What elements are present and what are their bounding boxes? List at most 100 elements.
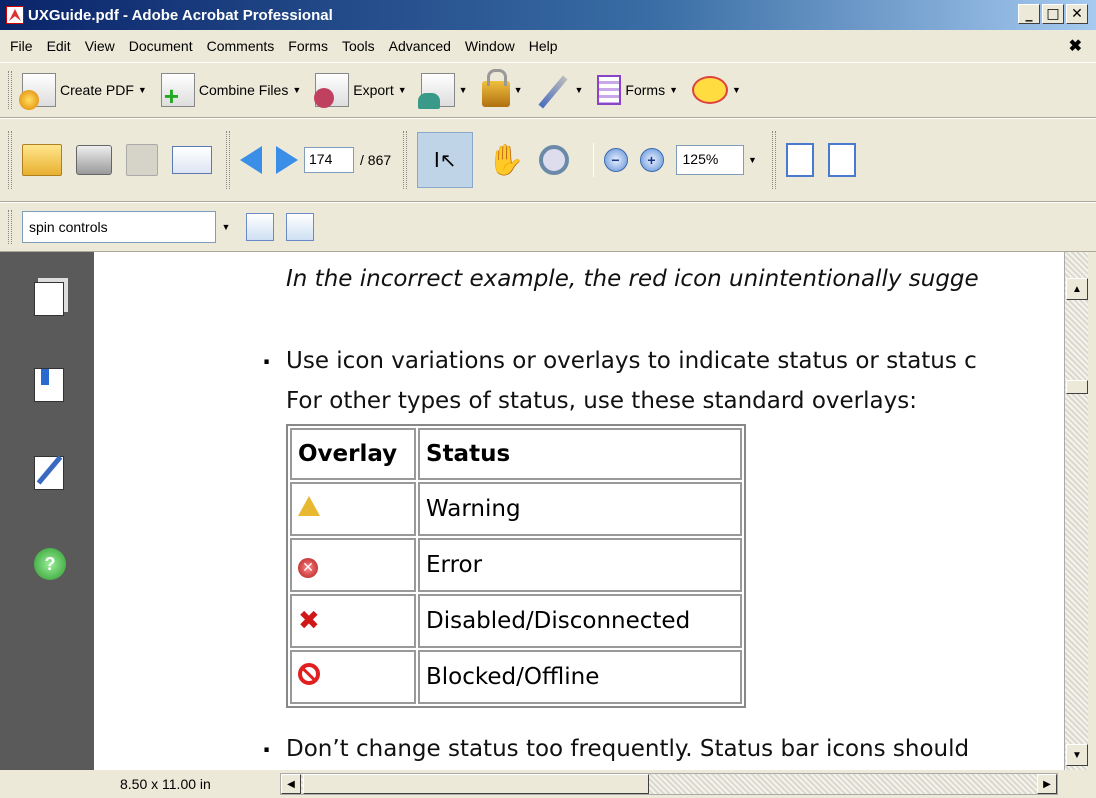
dropdown-arrow-icon: ▼ — [513, 85, 523, 95]
fit-page-icon[interactable] — [827, 143, 856, 177]
fit-width-icon[interactable] — [785, 143, 814, 177]
status-overlay-table: Overlay Status Warning ✕ Error ✖ Disable… — [286, 424, 746, 708]
horizontal-scroll-thumb[interactable] — [303, 774, 649, 794]
comment-icon — [692, 76, 728, 104]
status-cell: Error — [418, 538, 742, 592]
bullet-1: . — [262, 342, 272, 370]
window-title: UXGuide.pdf - Adobe Acrobat Professional — [28, 6, 333, 24]
dropdown-arrow-icon: ▼ — [732, 85, 741, 95]
collaborate-button[interactable]: ▼ — [417, 73, 468, 109]
navigation-pane: ? — [0, 252, 94, 770]
select-tool-icon[interactable]: I↖ — [417, 132, 474, 188]
overlay-cell: ✕ — [290, 538, 416, 592]
combine-files-button[interactable]: Combine Files ▼ — [160, 73, 302, 112]
status-cell: Disabled/Disconnected — [418, 594, 742, 648]
acrobat-app-icon — [6, 6, 24, 24]
vertical-scroll-thumb[interactable] — [1066, 380, 1088, 394]
scroll-left-icon[interactable]: ◀ — [281, 774, 301, 794]
sign-button[interactable]: ▼ — [536, 73, 583, 107]
status-bar: 8.50 x 11.00 in ◀ ▶ — [94, 770, 1094, 798]
find-dropdown-icon[interactable]: ▼ — [216, 222, 236, 232]
warning-icon — [298, 496, 320, 516]
title-bar: UXGuide.pdf - Adobe Acrobat Professional… — [0, 0, 1096, 30]
menu-help[interactable]: Help — [523, 38, 566, 54]
combine-files-label: Combine Files — [198, 82, 289, 98]
signatures-panel-icon[interactable] — [34, 456, 64, 490]
secure-button[interactable]: ▼ — [481, 69, 523, 107]
hand-tool-icon[interactable]: ✋ — [487, 143, 524, 178]
toolbar-grip[interactable] — [403, 131, 408, 189]
dropdown-arrow-icon: ▼ — [137, 85, 147, 95]
status-cell: Blocked/Offline — [418, 650, 742, 704]
find-toolbar: spin controls ▼ — [0, 202, 1096, 252]
doc-bullet-text-3: Don’t change status too frequently. Stat… — [286, 736, 970, 762]
tasks-toolbar: Create PDF ▼ Combine Files ▼ Export ▼ ▼ … — [0, 62, 1096, 118]
dropdown-arrow-icon: ▼ — [669, 85, 678, 95]
close-document-button[interactable]: ✖ — [1069, 36, 1082, 56]
column-header-status: Status — [418, 428, 742, 480]
print-icon[interactable] — [76, 145, 112, 175]
email-icon[interactable] — [172, 146, 212, 174]
horizontal-scrollbar[interactable]: ◀ ▶ — [280, 773, 1058, 795]
menu-forms[interactable]: Forms — [282, 38, 336, 54]
status-cell: Warning — [418, 482, 742, 536]
menu-advanced[interactable]: Advanced — [383, 38, 459, 54]
help-icon[interactable]: ? — [34, 548, 66, 580]
menu-window[interactable]: Window — [459, 38, 523, 54]
toolbar-grip[interactable] — [8, 210, 12, 244]
doc-paragraph-1: In the incorrect example, the red icon u… — [286, 266, 979, 292]
zoom-out-icon[interactable]: − — [603, 148, 628, 172]
toolbar-separator — [592, 143, 594, 177]
marquee-zoom-icon[interactable] — [538, 145, 569, 175]
create-pdf-icon — [19, 73, 56, 110]
menu-document[interactable]: Document — [123, 38, 201, 54]
zoom-in-icon[interactable]: + — [639, 148, 664, 172]
table-header-row: Overlay Status — [290, 428, 742, 480]
toolbar-grip[interactable] — [771, 131, 776, 189]
maximize-button[interactable]: □ — [1042, 4, 1064, 24]
close-button[interactable]: ✕ — [1066, 4, 1088, 24]
review-comment-button[interactable]: ▼ — [692, 76, 741, 104]
blocked-icon — [298, 663, 320, 685]
create-pdf-button[interactable]: Create PDF ▼ — [19, 73, 147, 110]
column-header-overlay: Overlay — [290, 428, 416, 480]
menu-file[interactable]: File — [4, 38, 41, 54]
minimize-button[interactable]: _ — [1018, 4, 1040, 24]
vertical-scrollbar[interactable]: ▲ ▼ — [1064, 252, 1088, 770]
doc-bullet-text-2: For other types of status, use these sta… — [286, 388, 917, 414]
zoom-dropdown-icon[interactable]: ▼ — [744, 145, 762, 175]
forms-button[interactable]: Forms ▼ — [597, 75, 678, 105]
menu-tools[interactable]: Tools — [336, 38, 383, 54]
bookmarks-panel-icon[interactable] — [34, 368, 64, 402]
table-row: ✕ Error — [290, 538, 742, 592]
find-previous-icon[interactable] — [246, 213, 274, 241]
table-row: ✖ Disabled/Disconnected — [290, 594, 742, 648]
page-number-input[interactable]: 174 — [304, 147, 354, 173]
previous-page-icon[interactable] — [240, 146, 262, 174]
combine-files-icon — [160, 73, 195, 112]
find-next-icon[interactable] — [286, 213, 314, 241]
scroll-down-icon[interactable]: ▼ — [1066, 744, 1088, 766]
toolbar-grip[interactable] — [8, 131, 12, 189]
next-page-icon[interactable] — [276, 146, 298, 174]
pages-panel-icon[interactable] — [34, 282, 64, 316]
export-button[interactable]: Export ▼ — [314, 73, 407, 108]
menu-edit[interactable]: Edit — [41, 38, 79, 54]
scroll-right-icon[interactable]: ▶ — [1037, 774, 1057, 794]
dropdown-arrow-icon: ▼ — [397, 85, 407, 95]
find-input[interactable]: spin controls — [22, 211, 216, 243]
menu-comments[interactable]: Comments — [201, 38, 283, 54]
zoom-level-field[interactable]: 125% — [675, 145, 744, 175]
scroll-up-icon[interactable]: ▲ — [1066, 278, 1088, 300]
toolbar-grip[interactable] — [226, 131, 230, 189]
document-view[interactable]: In the incorrect example, the red icon u… — [94, 252, 1064, 770]
dropdown-arrow-icon: ▼ — [292, 85, 302, 95]
toolbar-grip[interactable] — [8, 71, 12, 109]
window-controls: _ □ ✕ — [1018, 4, 1088, 24]
menu-view[interactable]: View — [79, 38, 123, 54]
forms-icon — [597, 75, 622, 105]
save-icon[interactable] — [126, 144, 158, 176]
collaborate-icon — [417, 73, 455, 109]
open-folder-icon[interactable] — [22, 144, 62, 176]
page-total: / 867 — [360, 152, 392, 168]
